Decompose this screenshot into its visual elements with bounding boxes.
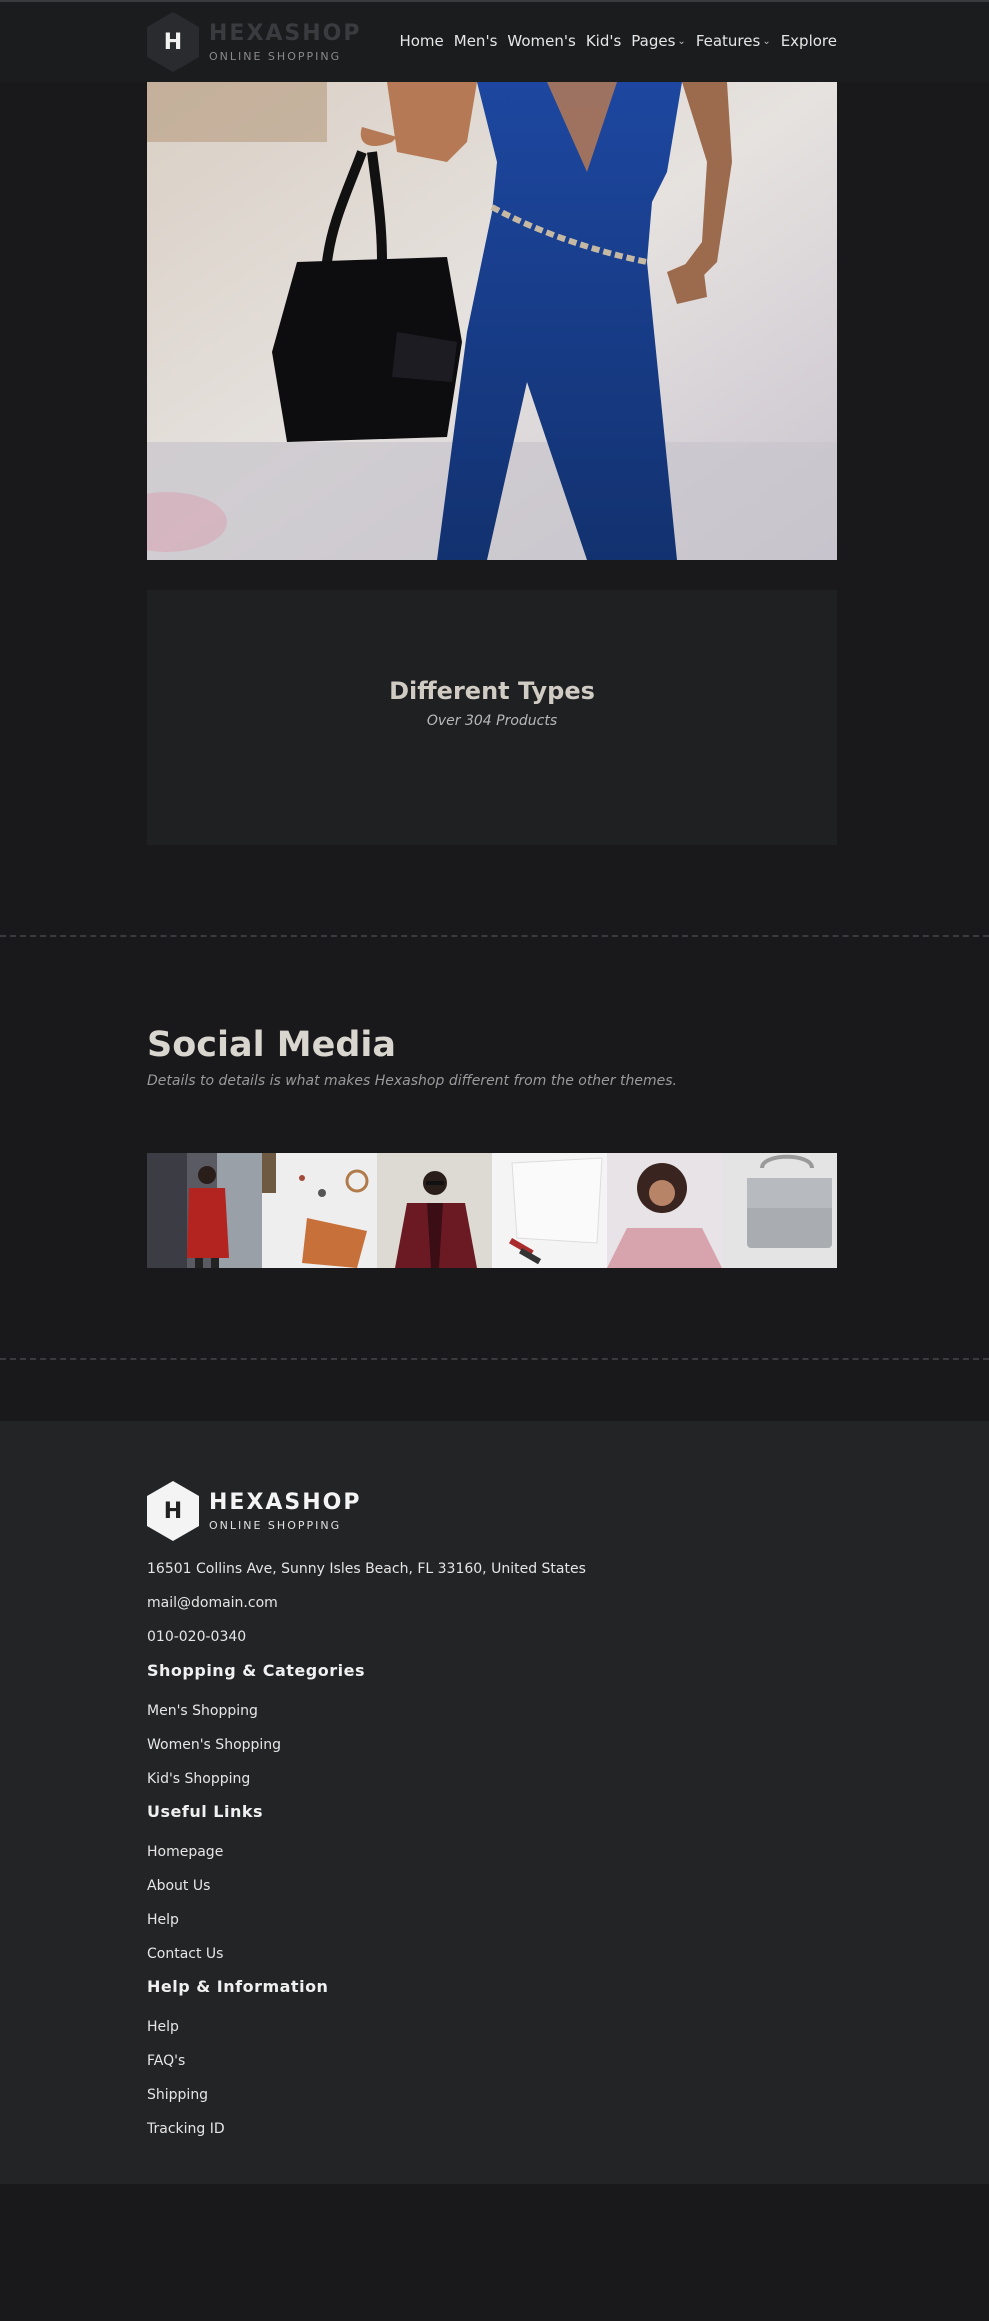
footer-link-shipping[interactable]: Shipping <box>147 2087 208 2103</box>
nav-explore[interactable]: Explore <box>781 32 837 50</box>
different-types-card[interactable]: Different Types Over 304 Products <box>147 590 837 845</box>
footer-logo-tagline: ONLINE SHOPPING <box>209 1518 342 1532</box>
footer-link-help[interactable]: Help <box>147 1912 179 1928</box>
footer-link-kids-shopping[interactable]: Kid's Shopping <box>147 1771 250 1787</box>
help-information-heading: Help & Information <box>147 1977 329 1996</box>
social-photo-1[interactable] <box>147 1153 262 1268</box>
footer-link-about-us[interactable]: About Us <box>147 1878 210 1894</box>
footer-logo[interactable]: H HEXASHOP ONLINE SHOPPING <box>147 1481 362 1541</box>
logo-tagline: ONLINE SHOPPING <box>209 49 342 63</box>
hero-image <box>147 82 837 560</box>
nav-womens[interactable]: Women's <box>507 32 575 50</box>
nav-features[interactable]: Features ⌄ <box>696 32 771 50</box>
social-photo-4[interactable] <box>492 1153 607 1268</box>
site-logo[interactable]: H HEXASHOP ONLINE SHOPPING <box>147 12 362 72</box>
footer-link-homepage[interactable]: Homepage <box>147 1844 223 1860</box>
nav-kids[interactable]: Kid's <box>586 32 621 50</box>
social-photo-3[interactable] <box>377 1153 492 1268</box>
site-header: H HEXASHOP ONLINE SHOPPING Home Men's Wo… <box>0 2 989 82</box>
hexagon-logo-icon: H <box>147 12 199 72</box>
site-footer: H HEXASHOP ONLINE SHOPPING 16501 Collins… <box>0 1421 989 2184</box>
footer-link-faqs[interactable]: FAQ's <box>147 2053 185 2069</box>
main-nav: Home Men's Women's Kid's Pages ⌄ Features… <box>399 32 837 50</box>
shopping-categories-heading: Shopping & Categories <box>147 1661 365 1680</box>
social-photo-6[interactable] <box>722 1153 837 1268</box>
section-divider <box>0 1358 989 1360</box>
useful-links-heading: Useful Links <box>147 1802 264 1821</box>
logo-name: HEXASHOP <box>209 20 362 46</box>
social-photo-2[interactable] <box>262 1153 377 1268</box>
chevron-down-icon: ⌄ <box>762 35 771 47</box>
footer-link-womens-shopping[interactable]: Women's Shopping <box>147 1737 281 1753</box>
footer-email[interactable]: mail@domain.com <box>147 1595 278 1611</box>
types-title: Different Types <box>389 677 595 705</box>
hexagon-logo-icon: H <box>147 1481 199 1541</box>
footer-logo-name: HEXASHOP <box>209 1489 362 1515</box>
footer-phone: 010-020-0340 <box>147 1629 247 1645</box>
footer-link-tracking-id[interactable]: Tracking ID <box>147 2121 225 2137</box>
social-photo-5[interactable] <box>607 1153 722 1268</box>
footer-link-contact-us[interactable]: Contact Us <box>147 1946 223 1962</box>
footer-address: 16501 Collins Ave, Sunny Isles Beach, FL… <box>147 1561 586 1577</box>
social-media-title: Social Media <box>147 1025 397 1065</box>
section-divider <box>0 935 989 937</box>
types-subtitle: Over 304 Products <box>426 713 558 729</box>
chevron-down-icon: ⌄ <box>677 35 686 47</box>
footer-link-mens-shopping[interactable]: Men's Shopping <box>147 1703 258 1719</box>
nav-pages[interactable]: Pages ⌄ <box>631 32 686 50</box>
nav-mens[interactable]: Men's <box>454 32 498 50</box>
nav-home[interactable]: Home <box>399 32 443 50</box>
social-gallery <box>147 1153 837 1268</box>
social-media-subtitle: Details to details is what makes Hexasho… <box>147 1073 677 1089</box>
footer-link-help-info[interactable]: Help <box>147 2019 179 2035</box>
